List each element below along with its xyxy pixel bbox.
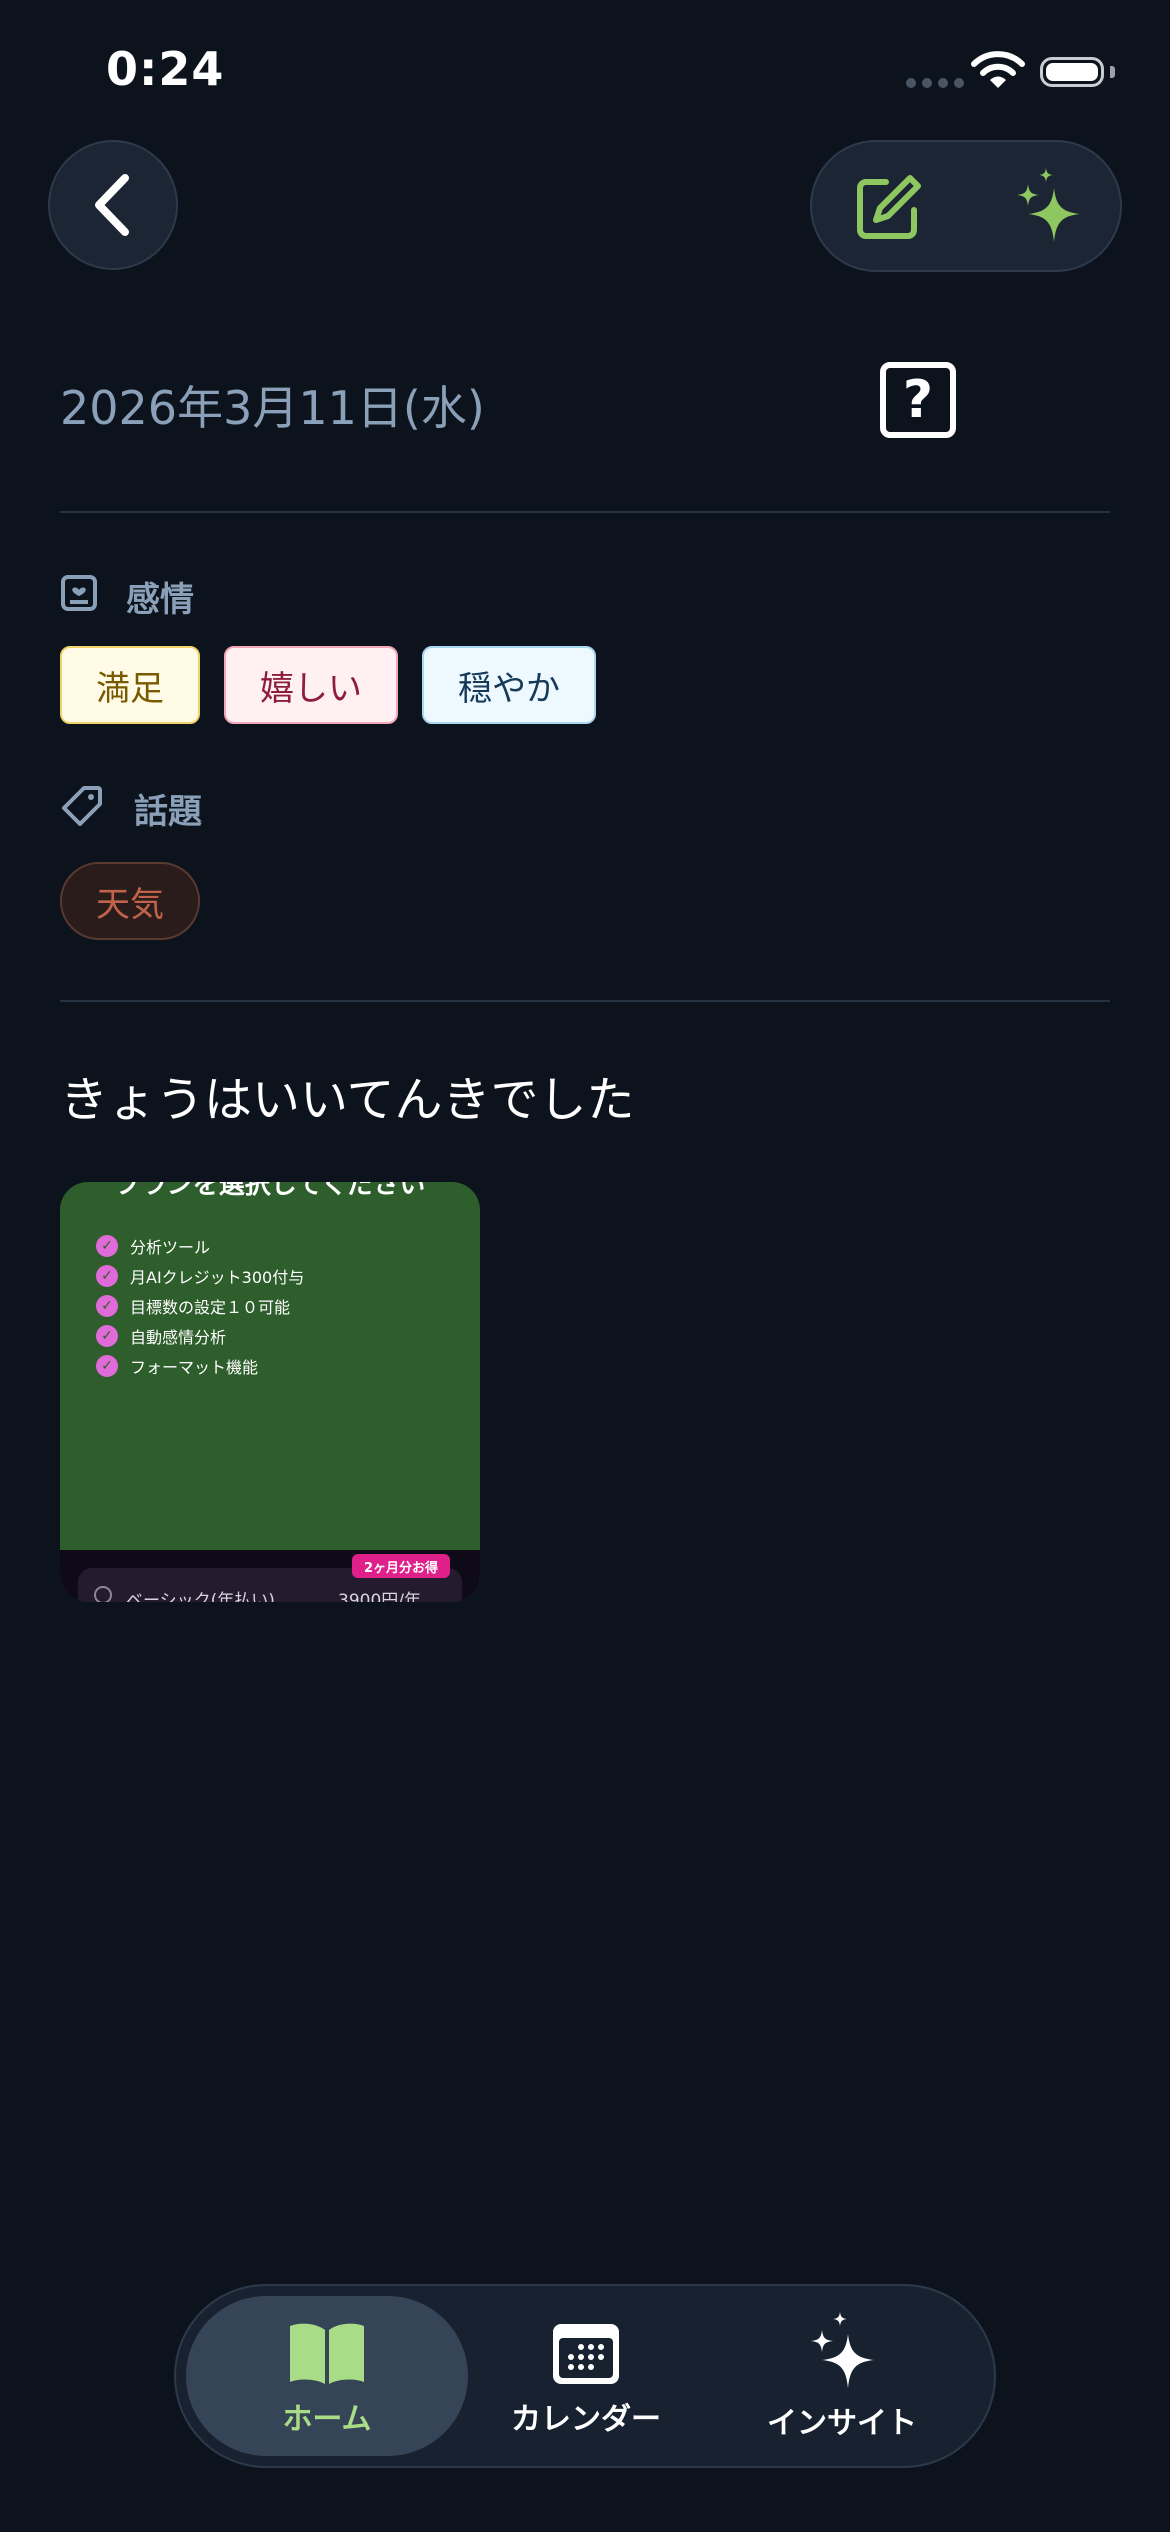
feature-item: ✓ 自動感情分析 (96, 1324, 226, 1348)
chevron-left-icon (95, 174, 129, 236)
tab-label: カレンダー (511, 2402, 661, 2437)
emotion-chip[interactable]: 穏やか (422, 646, 596, 724)
feature-item: ✓ 分析ツール (96, 1234, 210, 1258)
edit-button[interactable] (852, 172, 924, 248)
discount-badge: 2ヶ月分お得 (352, 1554, 451, 1578)
divider (60, 511, 1110, 513)
feature-item: ✓ 月AIクレジット300付与 (96, 1264, 304, 1288)
tab-insight[interactable]: インサイト (742, 2310, 942, 2442)
emotion-chip[interactable]: 満足 (60, 646, 200, 724)
entry-body: きょうはいいてんきでした (60, 1072, 635, 1128)
radio-icon (94, 1586, 112, 1602)
question-icon: ? (902, 370, 934, 430)
emotion-chip[interactable]: 嬉しい (224, 646, 398, 724)
entry-date: 2026年3月11日(水) (60, 381, 485, 435)
edit-icon (857, 175, 921, 239)
cellular-signal-icon (906, 78, 964, 88)
tab-home[interactable]: ホーム (186, 2320, 468, 2438)
check-icon: ✓ (96, 1235, 118, 1257)
tab-calendar[interactable]: カレンダー (486, 2322, 686, 2438)
ai-button[interactable] (1010, 166, 1086, 250)
sparkle-icon (811, 2312, 874, 2388)
topic-chip[interactable]: 天気 (60, 862, 200, 940)
tag-icon (60, 784, 104, 832)
plan-price: 3900円/年 (338, 1591, 421, 1602)
attached-image[interactable]: プランを選択してください ✓ 分析ツール ✓ 月AIクレジット300付与 ✓ 目標数の… (60, 1182, 480, 1602)
calendar-icon (553, 2324, 619, 2384)
sparkle-icon (1017, 168, 1080, 242)
plan-title: プランを選択してください (114, 1182, 426, 1200)
status-time: 0:24 (106, 42, 225, 96)
emotion-icon (60, 574, 98, 616)
book-icon (290, 2323, 364, 2384)
emotions-label: 感情 (126, 580, 194, 620)
tab-label: インサイト (767, 2406, 917, 2441)
divider (60, 1000, 1110, 1002)
feature-item: ✓ フォーマット機能 (96, 1354, 258, 1378)
tab-label: ホーム (282, 2402, 372, 2437)
battery-icon (1040, 57, 1104, 87)
plan-name: ベーシック(年払い) (126, 1591, 275, 1602)
back-button[interactable] (48, 140, 178, 270)
wifi-icon (970, 50, 1026, 94)
feature-item: ✓ 目標数の設定１０可能 (96, 1294, 290, 1318)
check-icon: ✓ (96, 1325, 118, 1347)
check-icon: ✓ (96, 1355, 118, 1377)
check-icon: ✓ (96, 1265, 118, 1287)
battery-tip (1110, 66, 1115, 78)
topics-label: 話題 (134, 792, 202, 832)
help-button[interactable]: ? (880, 362, 956, 438)
check-icon: ✓ (96, 1295, 118, 1317)
